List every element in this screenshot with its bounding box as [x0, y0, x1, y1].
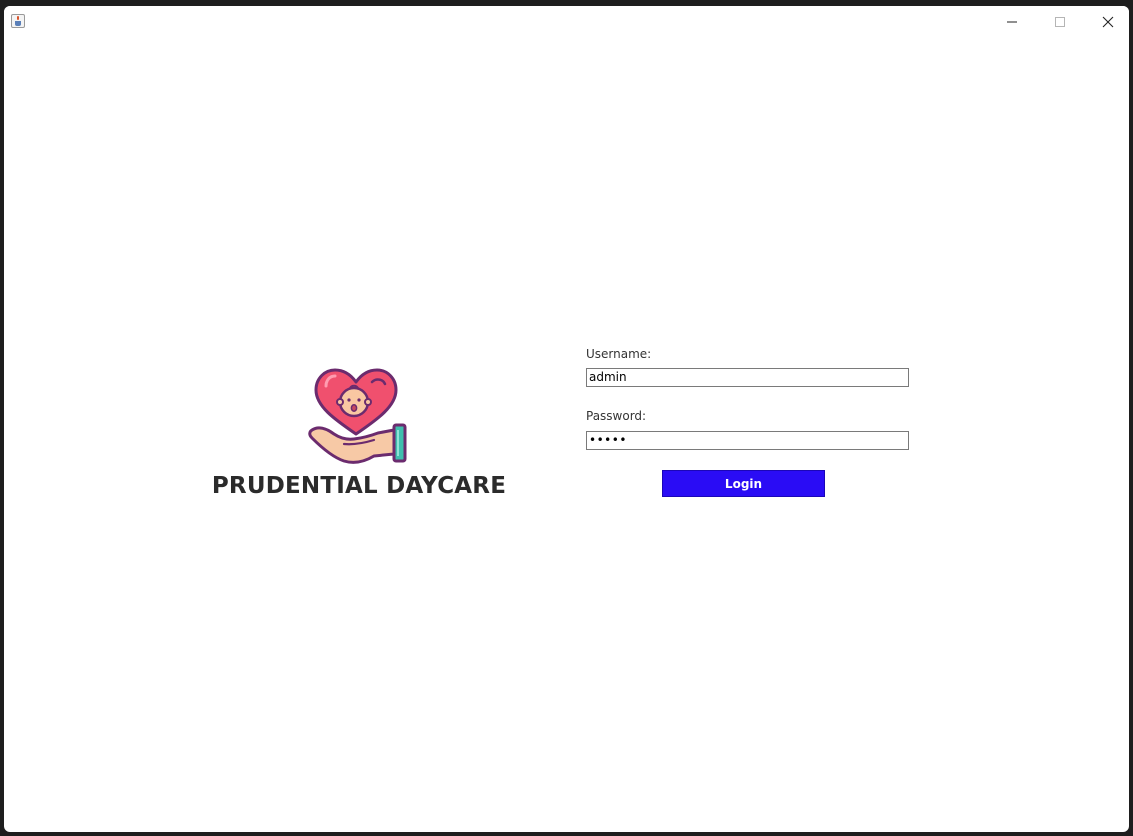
maximize-icon: [1055, 17, 1065, 27]
heart-baby-hand-icon: [308, 368, 407, 464]
username-label: Username:: [586, 347, 652, 361]
close-icon: [1102, 16, 1114, 28]
password-label: Password:: [586, 409, 647, 423]
close-button[interactable]: [1085, 6, 1129, 38]
minimize-icon: [1007, 21, 1017, 23]
app-window: PRUDENTIAL DAYCARE Username: admin Passw…: [4, 6, 1129, 832]
java-app-icon[interactable]: [11, 14, 25, 28]
maximize-button[interactable]: [1037, 6, 1083, 38]
title-bar[interactable]: [4, 6, 1129, 38]
password-field[interactable]: •••••: [586, 431, 909, 450]
app-title: PRUDENTIAL DAYCARE: [211, 473, 507, 499]
minimize-button[interactable]: [989, 6, 1035, 38]
login-button[interactable]: Login: [662, 470, 825, 497]
username-field[interactable]: admin: [586, 368, 909, 387]
